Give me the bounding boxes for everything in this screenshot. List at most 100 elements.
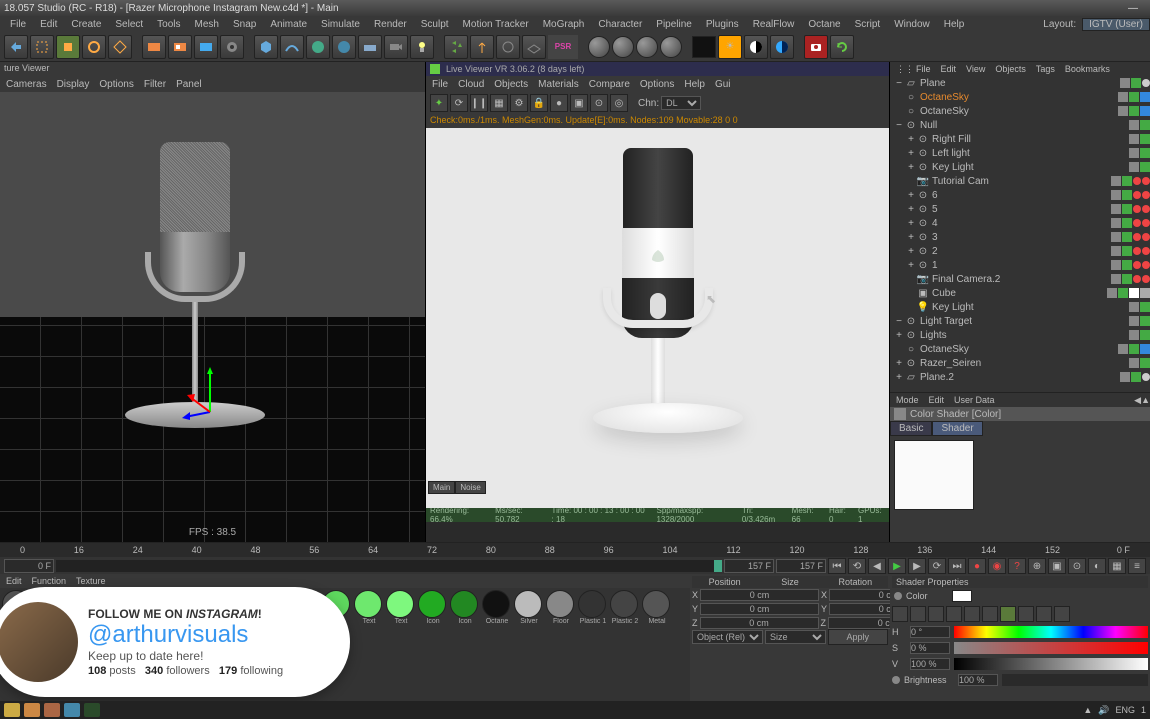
tab-noise[interactable]: Noise [455,481,485,494]
menu-mesh[interactable]: Mesh [189,19,225,30]
tree-row[interactable]: 💡Key Light [890,300,1150,314]
render-pv-button[interactable] [194,35,218,59]
coord-mode-select[interactable]: Object (Rel) [692,630,763,644]
tree-tags[interactable] [1111,204,1150,214]
expand-icon[interactable]: + [906,232,916,243]
mat-edit[interactable]: Edit [6,576,22,586]
menu-plugins[interactable]: Plugins [700,19,745,30]
attr-mode[interactable]: Mode [896,395,919,405]
mode8-icon[interactable] [1018,606,1034,622]
lv-focus-icon[interactable]: ◎ [610,94,628,112]
obj-grip-icon[interactable]: ⋮⋮ [896,64,906,75]
tree-tags[interactable] [1129,120,1150,130]
tree-row[interactable]: +⊙1 [890,258,1150,272]
move-tool[interactable] [56,35,80,59]
tree-tags[interactable] [1129,148,1150,158]
minimize-button[interactable]: — [1120,3,1146,14]
v-input[interactable] [910,658,950,670]
lv-clip-icon[interactable]: ▣ [570,94,588,112]
psr-reset[interactable]: PSR [548,35,578,59]
cube-primitive[interactable] [254,35,278,59]
frame-start-input[interactable] [4,559,54,573]
lv-materials[interactable]: Materials [538,79,579,90]
lv-objects[interactable]: Objects [494,79,528,90]
mat-preview-2[interactable] [612,36,634,58]
brightness-input[interactable] [958,674,998,686]
select-tool[interactable] [30,35,54,59]
key-rot-button[interactable]: ⊙ [1068,558,1086,574]
tree-tags[interactable] [1129,316,1150,326]
menu-script[interactable]: Script [849,19,887,30]
key-pos-button[interactable]: ⊕ [1028,558,1046,574]
coord-pos-input[interactable] [700,603,819,615]
frame-cur-input[interactable] [724,559,774,573]
contrast2-icon[interactable] [770,35,794,59]
menu-simulate[interactable]: Simulate [315,19,366,30]
mat-preview-4[interactable] [660,36,682,58]
menu-sculpt[interactable]: Sculpt [415,19,455,30]
menu-mograph[interactable]: MoGraph [537,19,591,30]
tree-row[interactable]: 📷Final Camera.2 [890,272,1150,286]
timeline-ruler[interactable]: 0162440485664728088961041121201281361441… [0,543,1150,557]
menu-snap[interactable]: Snap [227,19,262,30]
material-item[interactable]: Icon [418,590,448,628]
material-item[interactable]: Floor [546,590,576,628]
taskbar[interactable]: ▲ 🔊 ENG 1 [0,701,1150,719]
lv-pause-icon[interactable]: ❙❙ [470,94,488,112]
tree-tags[interactable] [1111,232,1150,242]
spline-tool[interactable] [280,35,304,59]
tree-row[interactable]: ○OctaneSky [890,342,1150,356]
tb-app3-icon[interactable] [64,703,80,717]
menu-edit[interactable]: Edit [34,19,63,30]
camera-icon[interactable] [804,35,828,59]
mode6-icon[interactable] [982,606,998,622]
scale-tool[interactable] [108,35,132,59]
tree-row[interactable]: ○OctaneSky [890,104,1150,118]
tree-row[interactable]: +⊙Razer_Seiren [890,356,1150,370]
tree-row[interactable]: +⊙Right Fill [890,132,1150,146]
s-input[interactable] [910,642,950,654]
lv-options[interactable]: Options [640,79,674,90]
tab-main[interactable]: Main [428,481,455,494]
tree-row[interactable]: +⊙3 [890,230,1150,244]
refresh-icon[interactable] [830,35,854,59]
mode3-icon[interactable] [928,606,944,622]
menu-window[interactable]: Window [888,19,936,30]
autokey-button[interactable]: ◉ [988,558,1006,574]
tree-row[interactable]: +⊙Left light [890,146,1150,160]
tree-tags[interactable] [1107,288,1150,298]
menu-pipeline[interactable]: Pipeline [650,19,698,30]
lv-pick-icon[interactable]: ⊙ [590,94,608,112]
menu-animate[interactable]: Animate [264,19,313,30]
val-slider[interactable] [954,658,1148,670]
expand-icon[interactable]: + [906,260,916,271]
vp-options[interactable]: Options [99,79,133,90]
menu-render[interactable]: Render [368,19,413,30]
tree-tags[interactable] [1118,106,1150,116]
tab-shader[interactable]: Shader [932,421,982,436]
tree-tags[interactable] [1129,134,1150,144]
tree-tags[interactable] [1111,246,1150,256]
key-grid-button[interactable]: ▦ [1108,558,1126,574]
key-scale-button[interactable]: ▣ [1048,558,1066,574]
recycle-icon[interactable] [444,35,468,59]
menu-file[interactable]: File [4,19,32,30]
tree-tags[interactable] [1111,190,1150,200]
tree-row[interactable]: −▱Plane [890,76,1150,90]
expand-icon[interactable]: − [894,316,904,327]
lv-refresh-icon[interactable]: ⟳ [450,94,468,112]
expand-icon[interactable]: + [906,204,916,215]
material-item[interactable]: Silver [514,590,544,628]
rotate-tool[interactable] [82,35,106,59]
tree-row[interactable]: +⊙Lights [890,328,1150,342]
material-item[interactable]: Metal [642,590,672,628]
menu-realflow[interactable]: RealFlow [747,19,801,30]
lv-grid-icon[interactable]: ▦ [490,94,508,112]
expand-icon[interactable]: + [906,246,916,257]
material-item[interactable]: Plastic 1 [578,590,608,628]
expand-icon[interactable]: + [906,162,916,173]
mode7-icon[interactable] [1000,606,1016,622]
vp-display[interactable]: Display [57,79,90,90]
lv-lock-icon[interactable]: 🔒 [530,94,548,112]
tree-tags[interactable] [1120,372,1150,382]
